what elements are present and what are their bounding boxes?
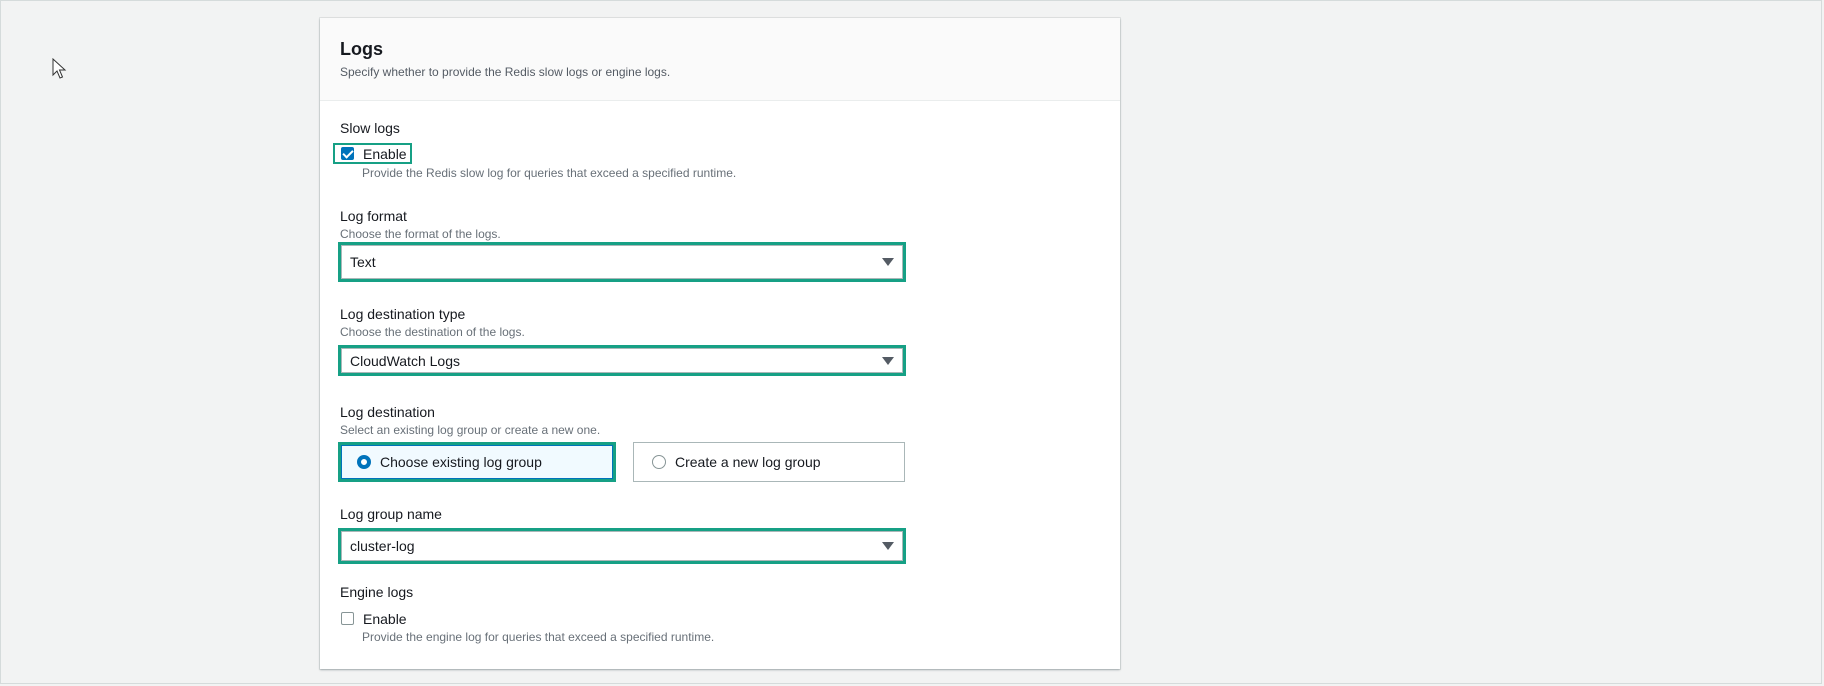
- create-new-log-group-tile[interactable]: Create a new log group: [633, 442, 905, 482]
- log-format-select[interactable]: Text: [338, 242, 906, 282]
- create-new-log-group-label: Create a new log group: [675, 454, 821, 470]
- slow-logs-enable-checkbox[interactable]: Enable: [333, 143, 412, 164]
- slow-logs-description: Provide the Redis slow log for queries t…: [362, 166, 737, 180]
- checkbox-unchecked-icon[interactable]: [341, 612, 354, 625]
- logs-panel-header: Logs Specify whether to provide the Redi…: [320, 18, 1120, 101]
- mouse-pointer-icon: [52, 58, 67, 79]
- log-group-name-select-box[interactable]: cluster-log: [341, 531, 903, 561]
- choose-existing-log-group-label: Choose existing log group: [380, 454, 542, 470]
- logs-panel: Logs Specify whether to provide the Redi…: [320, 18, 1120, 669]
- log-destination-type-label: Log destination type: [340, 306, 466, 322]
- log-destination-type-value: CloudWatch Logs: [350, 352, 460, 369]
- slow-logs-enable-label: Enable: [363, 145, 407, 162]
- log-destination-type-select[interactable]: CloudWatch Logs: [338, 345, 906, 376]
- slow-logs-label: Slow logs: [340, 120, 400, 136]
- engine-logs-enable-checkbox[interactable]: Enable: [335, 608, 410, 629]
- radio-selected-icon[interactable]: [357, 455, 371, 469]
- log-group-name-value: cluster-log: [350, 538, 415, 554]
- engine-logs-label: Engine logs: [340, 584, 414, 600]
- caret-down-icon: [882, 356, 894, 365]
- checkbox-checked-icon[interactable]: [341, 147, 354, 160]
- caret-down-icon: [882, 542, 894, 550]
- log-format-select-box[interactable]: Text: [341, 245, 903, 279]
- panel-description: Specify whether to provide the Redis slo…: [340, 65, 671, 79]
- caret-down-icon: [882, 258, 894, 266]
- engine-logs-description: Provide the engine log for queries that …: [362, 630, 715, 644]
- log-format-label: Log format: [340, 208, 407, 224]
- log-group-name-label: Log group name: [340, 506, 442, 522]
- log-format-value: Text: [350, 254, 376, 270]
- choose-existing-log-group-tile[interactable]: Choose existing log group: [338, 442, 616, 482]
- log-destination-description: Select an existing log group or create a…: [340, 423, 601, 437]
- log-destination-type-select-box[interactable]: CloudWatch Logs: [341, 348, 903, 373]
- engine-logs-enable-label: Enable: [363, 610, 407, 627]
- log-group-name-select[interactable]: cluster-log: [338, 528, 906, 564]
- log-destination-label: Log destination: [340, 404, 435, 420]
- log-destination-type-description: Choose the destination of the logs.: [340, 325, 525, 339]
- panel-title: Logs: [340, 39, 383, 59]
- choose-existing-log-group-tile-inner[interactable]: Choose existing log group: [341, 445, 613, 479]
- radio-unselected-icon[interactable]: [652, 455, 666, 469]
- log-format-description: Choose the format of the logs.: [340, 227, 501, 241]
